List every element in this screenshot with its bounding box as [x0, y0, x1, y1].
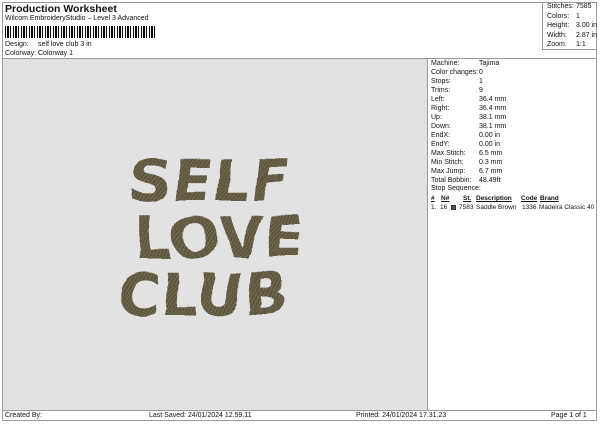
stat-value: 1	[576, 12, 580, 20]
info-label: Stops:	[431, 78, 451, 85]
thread-swatch	[451, 205, 456, 210]
info-value: 0.00 in	[479, 132, 501, 139]
colorway-label: Colorway:	[5, 50, 37, 57]
stat-value: 1:1	[576, 41, 586, 48]
info-label: Max Stitch:	[431, 150, 466, 157]
info-label: EndX:	[431, 132, 451, 139]
col-brand: Brand	[540, 195, 559, 202]
embroidery-design: SELF LOVE CLUB	[111, 143, 301, 325]
info-value: 36.4 mm	[479, 96, 507, 103]
page-number: Page 1 of 1	[551, 412, 587, 419]
info-label: Left:	[431, 96, 445, 103]
info-label: Min Stitch:	[431, 159, 464, 166]
info-value: 9	[479, 87, 483, 94]
stat-value: 2.87 in	[576, 31, 598, 39]
info-label: Up:	[431, 114, 442, 121]
info-value: 0.3 mm	[479, 159, 503, 166]
info-value: 48.49ft	[479, 177, 501, 184]
stat-label: Stitches:	[547, 3, 574, 10]
printed-date: Printed: 24/01/2024 17.31.23	[356, 412, 447, 419]
info-label: Trims:	[431, 87, 451, 94]
info-label: Machine:	[431, 60, 460, 67]
stat-label: Height:	[547, 22, 570, 29]
info-value: 1	[479, 78, 483, 85]
info-value: Tajima	[479, 60, 500, 67]
colorway-value: Colorway 1	[38, 50, 74, 57]
info-label: Max Jump:	[431, 168, 466, 175]
software-subtitle: Wilcom EmbroideryStudio – Level 3 Advanc…	[5, 15, 149, 22]
design-preview: SELF LOVE CLUB	[3, 59, 428, 410]
last-saved: Last Saved: 24/01/2024 12.59.11	[149, 412, 252, 419]
page-title: Production Worksheet	[5, 3, 117, 15]
stat-label: Colors:	[547, 12, 570, 20]
col-stitches: St.	[463, 195, 472, 202]
stat-value: 7585	[576, 3, 592, 10]
row-num: 1.	[431, 204, 437, 211]
info-label: Total Bobbin:	[431, 177, 472, 184]
info-label: Right:	[431, 105, 450, 112]
row-needle: 16	[440, 204, 448, 211]
info-value: 36.4 mm	[479, 105, 507, 112]
info-value: 0	[479, 69, 483, 76]
stat-label: Zoom:	[547, 41, 567, 48]
design-value: self love club 3 in	[38, 41, 92, 48]
info-value: 0.00 in	[479, 141, 501, 148]
info-value: 6.7 mm	[479, 168, 503, 175]
info-label: Down:	[431, 123, 451, 130]
design-label: Design:	[5, 41, 29, 48]
row-brand: Madeira Classic 40	[539, 204, 595, 211]
col-code: Code	[521, 195, 538, 202]
col-description: Description	[476, 195, 512, 202]
info-label: Color changes:	[431, 69, 479, 76]
created-by: Created By:	[5, 412, 42, 419]
info-value: 38.1 mm	[479, 123, 507, 130]
design-line-club: CLUB	[111, 257, 288, 325]
stat-label: Width:	[547, 31, 567, 39]
barcode	[5, 26, 155, 38]
info-value: 38.1 mm	[479, 114, 507, 121]
stop-sequence-title: Stop Sequence:	[431, 185, 481, 192]
col-needle: N#	[441, 195, 450, 202]
stat-value: 3.00 in	[576, 22, 598, 29]
info-label: EndY:	[431, 141, 450, 148]
row-stitches: 7583	[459, 204, 474, 211]
col-num: #	[431, 195, 435, 202]
info-value: 6.5 mm	[479, 150, 503, 157]
row-description: Saddle Brown	[476, 204, 517, 211]
footer-divider	[2, 410, 597, 411]
row-code: 1336	[522, 204, 537, 211]
